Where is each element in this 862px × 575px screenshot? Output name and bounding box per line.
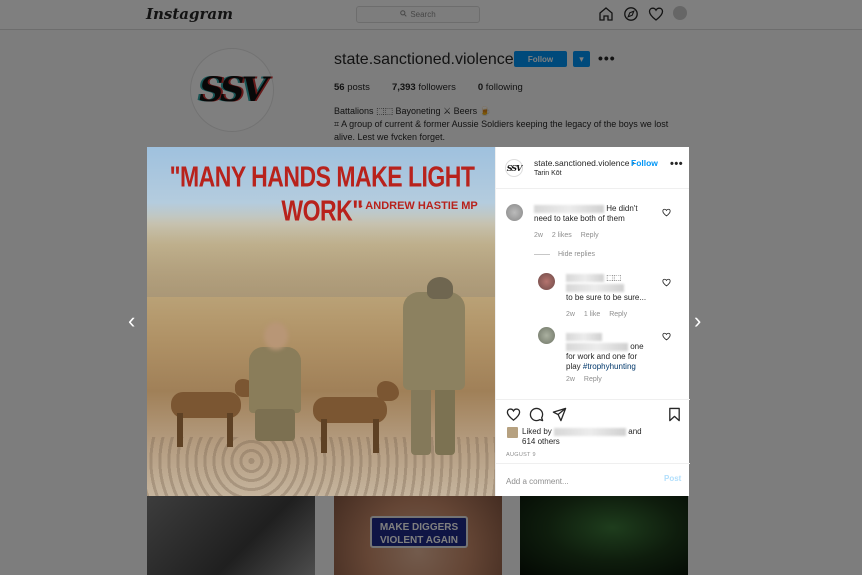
comment-text: He didn't need to take both of them [534, 204, 638, 223]
reply-time: 2w [566, 311, 575, 318]
image-soldier-2-leg [435, 387, 455, 455]
reply-likes[interactable]: 1 like [584, 311, 600, 318]
image-soldier-2-leg [411, 387, 431, 455]
image-soldier-1-legs [255, 409, 295, 441]
comment-reply-button[interactable]: Reply [581, 232, 599, 239]
liked-by-avatar[interactable] [507, 427, 518, 438]
post-author-username[interactable]: state.sanctioned.violence • [534, 158, 635, 168]
like-heart-icon[interactable] [506, 407, 521, 422]
image-soldier-2-head [427, 277, 453, 299]
redacted-text [566, 284, 624, 293]
hide-replies-line [534, 254, 550, 255]
comment-time: 2w [534, 232, 543, 239]
image-dog-2-head [377, 381, 399, 401]
image-dog-leg [177, 413, 183, 447]
post-date[interactable]: AUGUST 9 [506, 452, 536, 458]
image-dog-leg [373, 419, 379, 453]
comment-meta: 2w 2 likes Reply [534, 232, 606, 239]
post-comment-button[interactable]: Post [664, 474, 681, 483]
reply-reply-button[interactable]: Reply [584, 376, 602, 383]
comment-avatar[interactable] [506, 204, 523, 221]
redacted-username [566, 332, 602, 341]
post-side-panel: SSV state.sanctioned.violence • Follow T… [495, 147, 690, 496]
redacted-username [554, 427, 627, 436]
reply-text: one for work and one for play #trophyhun… [566, 332, 662, 372]
post-header: SSV state.sanctioned.violence • Follow T… [496, 147, 689, 189]
redacted-username [534, 204, 604, 213]
image-soldier-2 [403, 292, 465, 390]
image-dog-leg [227, 413, 233, 447]
reply-avatar[interactable] [538, 273, 555, 290]
post-author-avatar[interactable]: SSV [505, 159, 523, 177]
reply-reply-button[interactable]: Reply [609, 311, 627, 318]
post-modal: "MANY HANDS MAKE LIGHT WORK" - ANDREW HA… [147, 147, 690, 496]
add-comment-section: Post [496, 463, 690, 496]
reply-avatar[interactable] [538, 327, 555, 344]
image-dog-leg [321, 419, 327, 453]
reply-text: ⬚⬚ to be sure to be sure... [566, 273, 647, 302]
redacted-text [566, 342, 628, 351]
comment-likes[interactable]: 2 likes [552, 232, 572, 239]
image-soldier-1 [249, 347, 301, 413]
save-bookmark-icon[interactable] [667, 407, 682, 422]
share-send-icon[interactable] [552, 407, 567, 422]
next-post-arrow-icon[interactable]: › [694, 310, 701, 332]
redacted-username [566, 273, 604, 282]
reply-like-heart-icon[interactable] [662, 332, 671, 341]
image-quote-text: "MANY HANDS MAKE LIGHT WORK" [169, 160, 475, 227]
comment-like-heart-icon[interactable] [662, 208, 671, 217]
add-comment-input[interactable] [506, 474, 656, 488]
previous-post-arrow-icon[interactable]: ‹ [128, 310, 135, 332]
reply-meta: 2w 1 like Reply [566, 311, 634, 318]
post-location[interactable]: Tarin Kōt [534, 170, 562, 177]
image-quote-author: - ANDREW HASTIE MP [359, 200, 478, 212]
liked-by-text[interactable]: Liked by and 614 others [522, 427, 642, 447]
reply-like-heart-icon[interactable] [662, 278, 671, 287]
hide-replies-button[interactable]: Hide replies [534, 251, 595, 258]
hashtag-link[interactable]: #trophyhunting [583, 362, 636, 371]
post-options-icon[interactable]: ••• [670, 158, 683, 170]
comment-bubble-icon[interactable] [529, 407, 544, 422]
reply-time: 2w [566, 376, 575, 383]
image-soldier-1-head-blurred [264, 322, 288, 350]
post-actions: Liked by and 614 others AUGUST 9 [496, 399, 690, 459]
comments-list: He didn't need to take both of them 2w 2… [496, 189, 690, 399]
reply-meta: 2w Reply [566, 376, 609, 383]
post-image[interactable]: "MANY HANDS MAKE LIGHT WORK" - ANDREW HA… [147, 147, 495, 496]
post-follow-button[interactable]: Follow [631, 158, 658, 168]
